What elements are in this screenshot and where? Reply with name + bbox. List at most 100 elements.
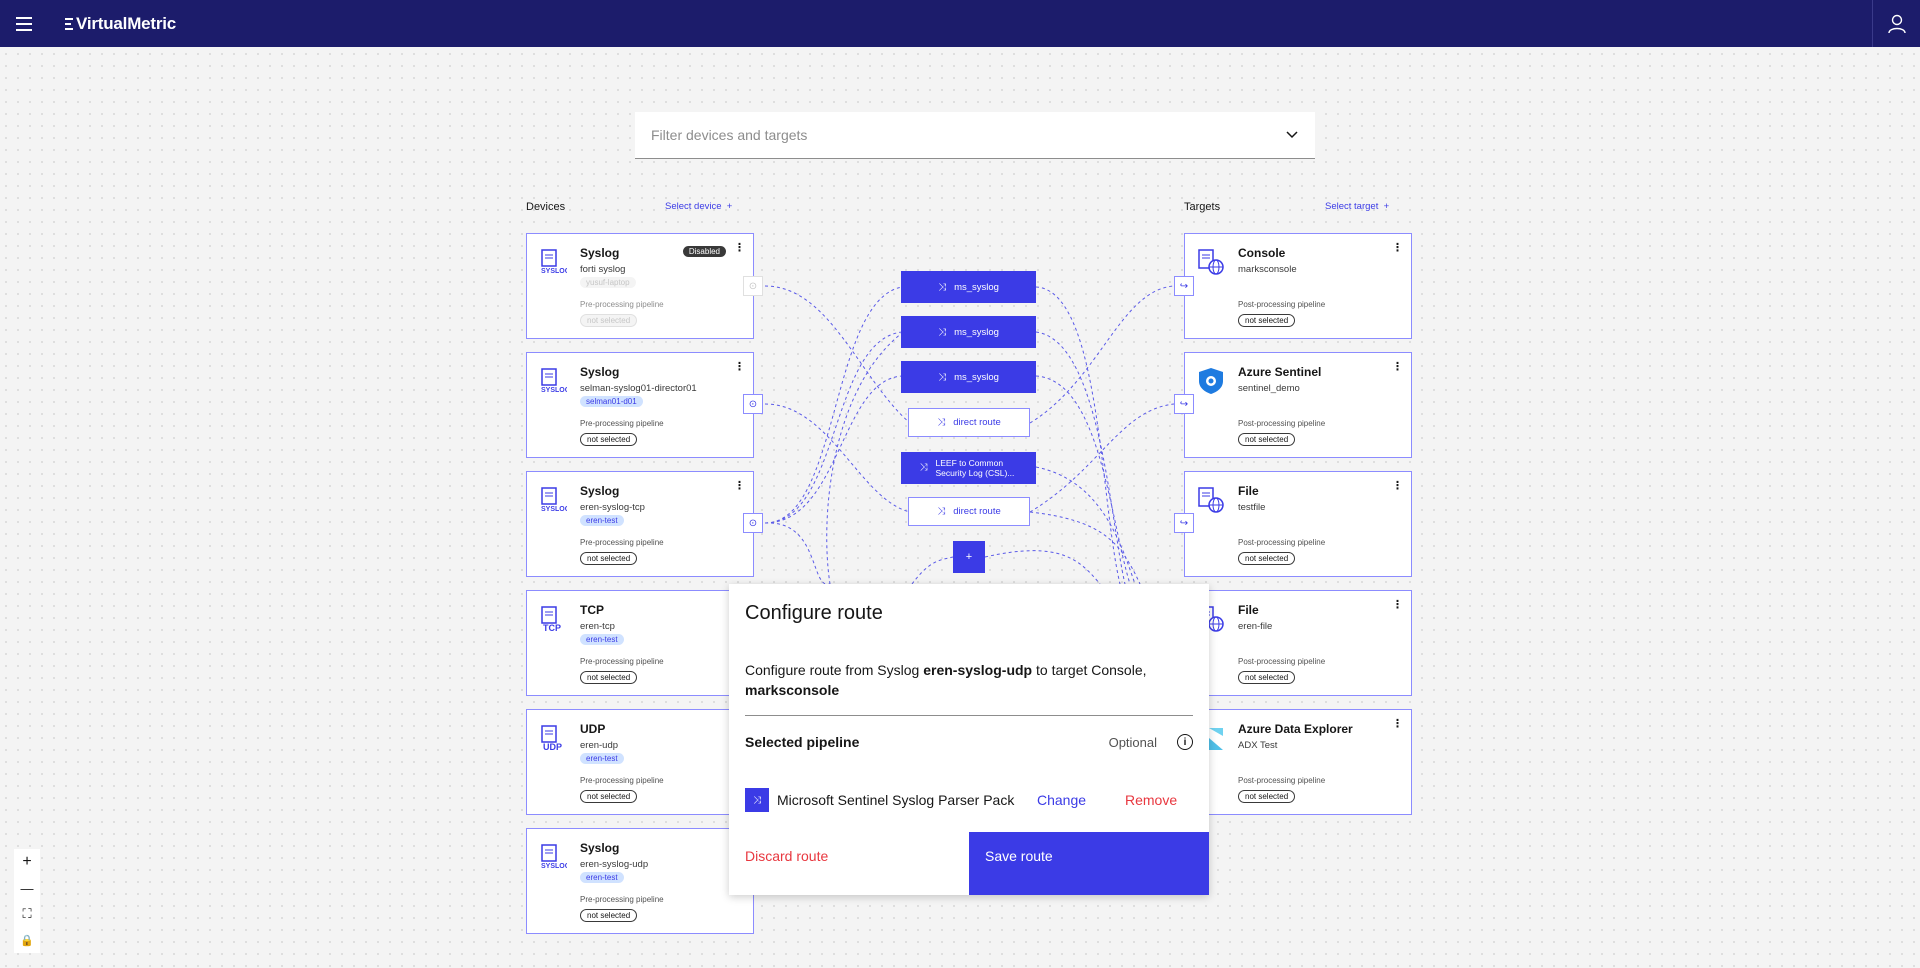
route-node[interactable]: ⤨ ms_syslog <box>901 271 1036 303</box>
kebab-menu-icon[interactable]: ⋮ <box>734 360 745 373</box>
pipeline-badge[interactable]: not selected <box>580 552 638 565</box>
device-title: Syslog <box>580 484 620 498</box>
tcp-icon: TCP <box>541 606 561 633</box>
pipeline-badge[interactable]: not selected <box>580 433 638 446</box>
change-pipeline-link[interactable]: Change <box>1037 792 1086 808</box>
route-node[interactable]: ⤨ ms_syslog <box>901 361 1036 393</box>
target-subtitle: eren-file <box>1238 621 1273 632</box>
pipeline-name: Microsoft Sentinel Syslog Parser Pack <box>777 792 1015 808</box>
device-card[interactable]: TCP TCP eren-tcp eren-test Pre-processin… <box>526 590 754 696</box>
device-tag: eren-test <box>580 634 624 645</box>
pipeline-icon: ⤨ <box>745 788 769 812</box>
pipeline-badge[interactable]: not selected <box>1238 552 1296 565</box>
device-subtitle: eren-syslog-tcp <box>580 502 645 513</box>
target-title: Azure Sentinel <box>1238 365 1322 379</box>
optional-label: Optional <box>1108 735 1157 750</box>
route-node[interactable]: ⤨ LEEF to Common Security Log (CSL)... <box>901 452 1036 484</box>
target-input-port[interactable]: ↪ <box>1174 276 1194 296</box>
fit-view-button[interactable]: ⛶ <box>14 901 40 927</box>
device-card[interactable]: SYSLOG Syslog ⋮ selman-syslog01-director… <box>526 352 754 458</box>
disabled-badge: Disabled <box>682 246 726 257</box>
kebab-menu-icon[interactable]: ⋮ <box>1392 598 1403 611</box>
device-tag: eren-test <box>580 872 624 883</box>
zoom-out-button[interactable]: — <box>14 875 40 901</box>
device-card[interactable]: SYSLOG Syslog eren-syslog-udp eren-test … <box>526 828 754 934</box>
target-card[interactable]: File ⋮ testfile Post-processing pipeline… <box>1184 471 1412 577</box>
zoom-in-button[interactable]: + <box>14 849 40 875</box>
route-icon: ⤨ <box>919 462 928 473</box>
target-subtitle: marksconsole <box>1238 264 1297 275</box>
pipeline-badge[interactable]: not selected <box>1238 314 1296 327</box>
route-icon: ⤨ <box>938 281 947 293</box>
svg-text:SYSLOG: SYSLOG <box>541 387 567 394</box>
target-card[interactable]: Azure Data Explorer ⋮ ADX Test Post-proc… <box>1184 709 1412 815</box>
target-subtitle: ADX Test <box>1238 740 1278 751</box>
device-title: Syslog <box>580 246 620 260</box>
add-route-button[interactable]: + <box>953 541 985 573</box>
device-card[interactable]: SYSLOG Syslog Disabled ⋮ forti syslog yu… <box>526 233 754 339</box>
device-tag: yusuf-laptop <box>580 277 636 288</box>
target-title: Azure Data Explorer <box>1238 722 1353 736</box>
route-node[interactable]: ⤨ ms_syslog <box>901 316 1036 348</box>
target-card[interactable]: Console ⋮ marksconsole Post-processing p… <box>1184 233 1412 339</box>
pipeline-badge[interactable]: not selected <box>1238 433 1296 446</box>
syslog-icon: SYSLOG <box>541 368 567 394</box>
pipeline-badge[interactable]: not selected <box>580 790 638 803</box>
target-card[interactable]: Azure Sentinel ⋮ sentinel_demo Post-proc… <box>1184 352 1412 458</box>
device-card[interactable]: UDP UDP eren-udp eren-test Pre-processin… <box>526 709 754 815</box>
device-title: UDP <box>580 722 606 736</box>
device-output-port[interactable]: ⊙ <box>743 394 763 414</box>
route-node[interactable]: ⤨ direct route <box>908 497 1030 526</box>
route-icon: ⤨ <box>937 417 946 428</box>
target-card[interactable]: File ⋮ eren-file Post-processing pipelin… <box>1184 590 1412 696</box>
discard-route-button[interactable]: Discard route <box>729 832 969 895</box>
device-title: TCP <box>580 603 604 617</box>
pipeline-label: Post-processing pipeline <box>1238 657 1326 666</box>
save-route-button[interactable]: Save route <box>969 832 1209 895</box>
device-tag: selman01-d01 <box>580 396 643 407</box>
device-subtitle: forti syslog <box>580 264 626 275</box>
device-card[interactable]: SYSLOG Syslog ⋮ eren-syslog-tcp eren-tes… <box>526 471 754 577</box>
route-icon: ⤨ <box>937 506 946 517</box>
syslog-icon: SYSLOG <box>541 487 567 513</box>
device-subtitle: eren-syslog-udp <box>580 859 649 870</box>
route-node[interactable]: ⤨ direct route <box>908 408 1030 437</box>
pipeline-label: Post-processing pipeline <box>1238 776 1326 785</box>
device-output-port[interactable]: ⊙ <box>743 276 763 296</box>
route-icon: ⤨ <box>938 371 947 383</box>
pipeline-badge[interactable]: not selected <box>580 909 638 922</box>
pipeline-badge[interactable]: not selected <box>1238 790 1296 803</box>
remove-pipeline-link[interactable]: Remove <box>1125 792 1177 808</box>
pipeline-badge[interactable]: not selected <box>1238 671 1296 684</box>
target-title: Console <box>1238 246 1286 260</box>
pipeline-badge[interactable]: not selected <box>580 671 638 684</box>
pipeline-badge[interactable]: not selected <box>580 314 638 327</box>
svg-text:SYSLOG: SYSLOG <box>541 863 567 870</box>
lock-button[interactable]: 🔒 <box>14 927 40 953</box>
kebab-menu-icon[interactable]: ⋮ <box>734 241 745 254</box>
pipeline-label: Pre-processing pipeline <box>580 776 664 785</box>
svg-text:UDP: UDP <box>543 742 562 752</box>
pipeline-label: Pre-processing pipeline <box>580 538 664 547</box>
pipeline-label: Post-processing pipeline <box>1238 419 1326 428</box>
kebab-menu-icon[interactable]: ⋮ <box>1392 717 1403 730</box>
kebab-menu-icon[interactable]: ⋮ <box>1392 479 1403 492</box>
svg-text:SYSLOG: SYSLOG <box>541 268 567 275</box>
target-input-port[interactable]: ↪ <box>1174 513 1194 533</box>
device-output-port[interactable]: ⊙ <box>743 513 763 533</box>
target-input-port[interactable]: ↪ <box>1174 394 1194 414</box>
svg-text:SYSLOG: SYSLOG <box>541 506 567 513</box>
info-icon[interactable]: i <box>1177 734 1193 750</box>
target-subtitle: testfile <box>1238 502 1266 513</box>
syslog-icon: SYSLOG <box>541 249 567 275</box>
selected-pipeline-label: Selected pipeline <box>745 734 860 750</box>
kebab-menu-icon[interactable]: ⋮ <box>1392 241 1403 254</box>
file-globe-icon <box>1198 487 1224 513</box>
target-subtitle: sentinel_demo <box>1238 383 1300 394</box>
syslog-icon: SYSLOG <box>541 844 567 870</box>
device-title: Syslog <box>580 841 620 855</box>
kebab-menu-icon[interactable]: ⋮ <box>1392 360 1403 373</box>
kebab-menu-icon[interactable]: ⋮ <box>734 479 745 492</box>
device-title: Syslog <box>580 365 620 379</box>
udp-icon: UDP <box>541 725 562 752</box>
